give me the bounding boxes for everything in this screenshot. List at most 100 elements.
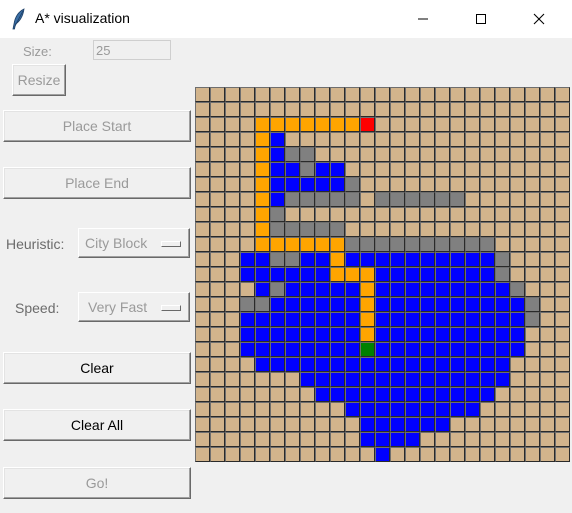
grid-cell-empty[interactable]	[540, 117, 555, 132]
grid-cell-closed[interactable]	[450, 357, 465, 372]
grid-cell-empty[interactable]	[435, 117, 450, 132]
grid-cell-empty[interactable]	[210, 177, 225, 192]
grid-cell-empty[interactable]	[375, 147, 390, 162]
grid-cell-empty[interactable]	[405, 87, 420, 102]
grid-cell-empty[interactable]	[495, 102, 510, 117]
grid-cell-closed[interactable]	[495, 372, 510, 387]
grid-cell-empty[interactable]	[510, 447, 525, 462]
grid-cell-empty[interactable]	[540, 327, 555, 342]
grid-cell-closed[interactable]	[450, 252, 465, 267]
grid-cell-path[interactable]	[270, 237, 285, 252]
grid-cell-path[interactable]	[315, 117, 330, 132]
grid-cell-wall[interactable]	[345, 237, 360, 252]
grid-cell-closed[interactable]	[435, 357, 450, 372]
grid-cell-empty[interactable]	[300, 387, 315, 402]
grid-cell-closed[interactable]	[390, 282, 405, 297]
grid-cell-empty[interactable]	[345, 207, 360, 222]
grid-cell-empty[interactable]	[540, 252, 555, 267]
grid-cell-empty[interactable]	[465, 102, 480, 117]
grid-cell-closed[interactable]	[345, 402, 360, 417]
grid-cell-wall[interactable]	[240, 297, 255, 312]
grid-cell-closed[interactable]	[405, 297, 420, 312]
grid-cell-closed[interactable]	[315, 387, 330, 402]
grid-cell-empty[interactable]	[480, 147, 495, 162]
grid-cell-empty[interactable]	[480, 432, 495, 447]
grid-cell-empty[interactable]	[195, 117, 210, 132]
grid-cell-wall[interactable]	[420, 237, 435, 252]
grid-cell-empty[interactable]	[510, 177, 525, 192]
grid-cell-empty[interactable]	[525, 417, 540, 432]
grid-cell-empty[interactable]	[540, 297, 555, 312]
grid-cell-empty[interactable]	[255, 102, 270, 117]
grid-cell-path[interactable]	[255, 222, 270, 237]
grid-cell-empty[interactable]	[225, 357, 240, 372]
grid-cell-empty[interactable]	[195, 297, 210, 312]
grid-cell-path[interactable]	[360, 282, 375, 297]
grid-cell-empty[interactable]	[525, 387, 540, 402]
grid-cell-closed[interactable]	[300, 177, 315, 192]
grid-cell-closed[interactable]	[285, 162, 300, 177]
grid-cell-empty[interactable]	[225, 282, 240, 297]
grid-cell-empty[interactable]	[300, 447, 315, 462]
grid-cell-closed[interactable]	[405, 267, 420, 282]
grid-cell-empty[interactable]	[525, 327, 540, 342]
grid-cell-closed[interactable]	[375, 432, 390, 447]
grid-cell-empty[interactable]	[210, 132, 225, 147]
grid-cell-closed[interactable]	[270, 267, 285, 282]
grid-cell-wall[interactable]	[270, 222, 285, 237]
grid-cell-wall[interactable]	[315, 192, 330, 207]
minimize-button[interactable]	[400, 0, 446, 38]
grid-cell-closed[interactable]	[405, 417, 420, 432]
grid-cell-empty[interactable]	[225, 327, 240, 342]
grid-cell-closed[interactable]	[285, 327, 300, 342]
grid-cell-empty[interactable]	[405, 177, 420, 192]
grid-cell-path[interactable]	[360, 297, 375, 312]
grid-cell-wall[interactable]	[285, 222, 300, 237]
grid-cell-empty[interactable]	[195, 252, 210, 267]
maximize-button[interactable]	[458, 0, 504, 38]
grid-cell-wall[interactable]	[495, 252, 510, 267]
grid-cell-closed[interactable]	[345, 387, 360, 402]
grid-cell-closed[interactable]	[240, 252, 255, 267]
grid-cell-empty[interactable]	[390, 132, 405, 147]
grid-cell-closed[interactable]	[390, 357, 405, 372]
grid-cell-empty[interactable]	[315, 432, 330, 447]
grid-cell-empty[interactable]	[375, 132, 390, 147]
grid-cell-closed[interactable]	[465, 327, 480, 342]
grid-cell-closed[interactable]	[360, 372, 375, 387]
grid-cell-closed[interactable]	[255, 312, 270, 327]
grid-cell-path[interactable]	[345, 117, 360, 132]
grid-cell-closed[interactable]	[390, 387, 405, 402]
grid-cell-empty[interactable]	[420, 87, 435, 102]
grid-cell-closed[interactable]	[240, 267, 255, 282]
grid-cell-empty[interactable]	[225, 417, 240, 432]
grid-cell-path[interactable]	[255, 177, 270, 192]
grid-cell-empty[interactable]	[510, 372, 525, 387]
grid-cell-closed[interactable]	[330, 357, 345, 372]
grid-cell-empty[interactable]	[510, 117, 525, 132]
grid-cell-path[interactable]	[255, 237, 270, 252]
grid-cell-closed[interactable]	[300, 297, 315, 312]
grid-cell-closed[interactable]	[315, 312, 330, 327]
grid-cell-wall[interactable]	[435, 192, 450, 207]
grid-cell-wall[interactable]	[300, 192, 315, 207]
grid-cell-empty[interactable]	[210, 207, 225, 222]
grid-cell-empty[interactable]	[225, 432, 240, 447]
grid-cell-wall[interactable]	[255, 297, 270, 312]
grid-cell-empty[interactable]	[555, 432, 570, 447]
grid-cell-empty[interactable]	[405, 207, 420, 222]
grid-cell-closed[interactable]	[255, 267, 270, 282]
grid-cell-closed[interactable]	[330, 342, 345, 357]
grid-cell-empty[interactable]	[525, 87, 540, 102]
grid-cell-closed[interactable]	[345, 342, 360, 357]
grid-cell-empty[interactable]	[360, 207, 375, 222]
grid-cell-empty[interactable]	[285, 447, 300, 462]
grid-cell-empty[interactable]	[465, 117, 480, 132]
grid-cell-empty[interactable]	[345, 417, 360, 432]
grid-cell-empty[interactable]	[210, 87, 225, 102]
grid-cell-path[interactable]	[255, 162, 270, 177]
grid-cell-empty[interactable]	[465, 192, 480, 207]
grid-cell-closed[interactable]	[390, 417, 405, 432]
grid-cell-empty[interactable]	[510, 132, 525, 147]
grid-cell-closed[interactable]	[405, 252, 420, 267]
